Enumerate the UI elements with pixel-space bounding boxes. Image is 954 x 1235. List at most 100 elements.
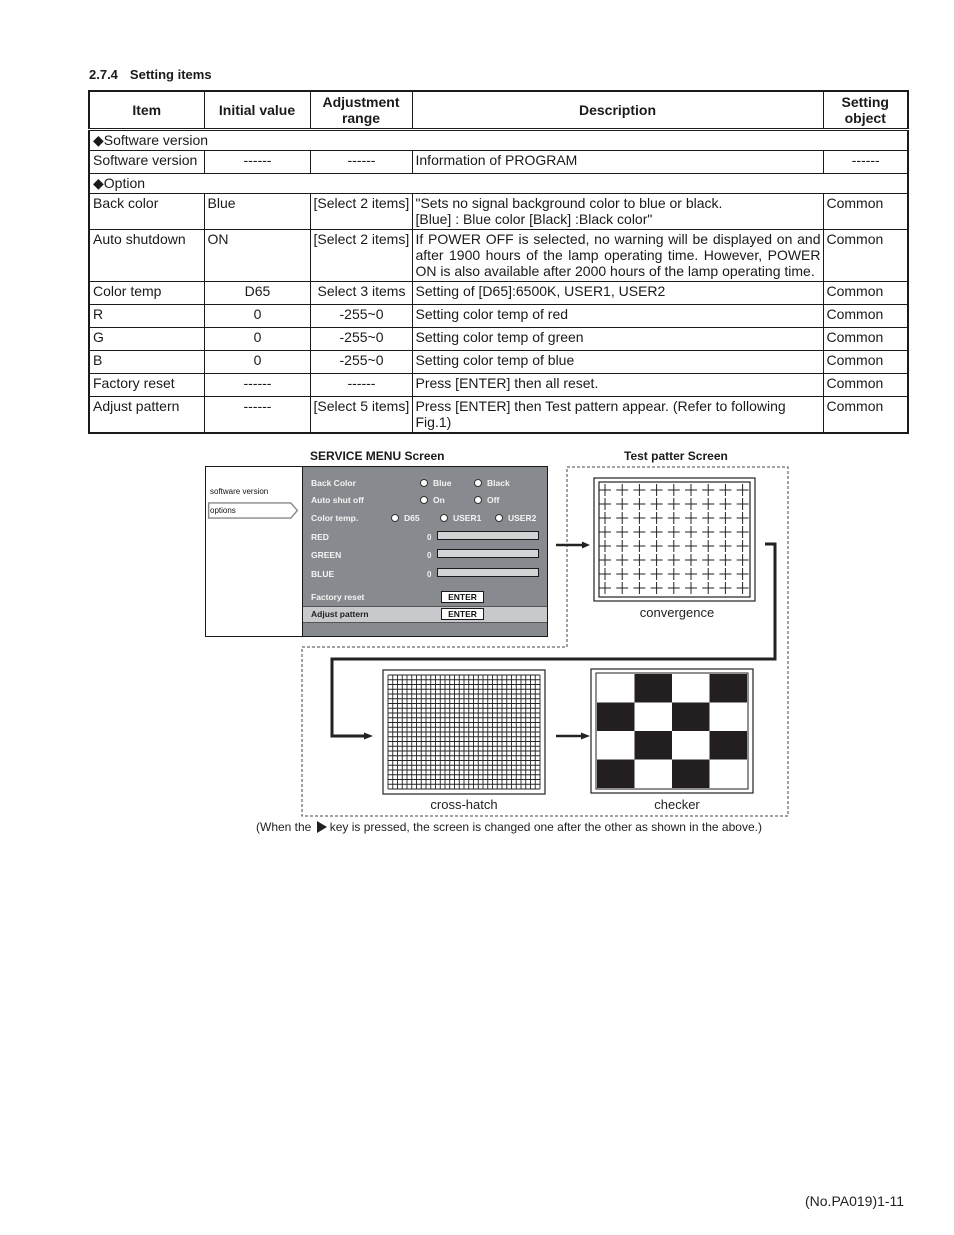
section-number: 2.7.4	[89, 67, 118, 82]
radio-user1[interactable]	[440, 514, 448, 522]
cell-description: Setting color temp of red	[411, 304, 824, 328]
cell-description: Setting of [D65]:6500K, USER1, USER2	[411, 281, 824, 305]
cell-item: Color temp	[88, 281, 205, 305]
cell-description: Information of PROGRAM	[411, 150, 824, 174]
test-pattern-caption: Test patter Screen	[624, 449, 728, 463]
factory-reset-enter-button[interactable]: ENTER	[441, 591, 484, 603]
checker-square	[597, 702, 635, 731]
option-blue: Blue	[433, 478, 452, 488]
blue-label: BLUE	[311, 569, 335, 579]
service-menu-screen: software version options Back Color Blue…	[205, 466, 548, 637]
radio-on[interactable]	[420, 496, 428, 504]
cross-hatch-label: cross-hatch	[430, 797, 498, 812]
cell-item: G	[88, 327, 205, 351]
color-temp-label: Color temp.	[311, 513, 359, 523]
header-range-line2: range	[341, 110, 381, 126]
note-suffix: key is pressed, the screen is changed on…	[329, 820, 762, 834]
checker-label: checker	[654, 797, 700, 812]
arrowhead-icon	[364, 732, 373, 740]
cell-object: Common	[822, 281, 909, 305]
arrowhead-icon	[581, 732, 590, 740]
service-menu-caption: SERVICE MENU Screen	[310, 449, 445, 463]
cell-initial: ------	[203, 396, 311, 434]
option-on: On	[433, 495, 445, 505]
group-label: ◆Software version	[88, 129, 909, 151]
cell-description: "Sets no signal background color to blue…	[411, 193, 824, 230]
cell-object: Common	[822, 327, 909, 351]
cell-object: ------	[822, 150, 909, 174]
header-range-line1: Adjustment	[322, 94, 400, 110]
cell-range: [Select 5 items]	[309, 396, 413, 434]
header-item: Item	[88, 90, 205, 130]
radio-blue[interactable]	[420, 479, 428, 487]
cell-range: -255~0	[309, 350, 413, 374]
green-value: 0	[427, 551, 432, 560]
cell-object: Common	[822, 373, 909, 397]
service-menu-panel: Back Color Blue Black Auto shut off On O…	[302, 467, 547, 636]
radio-off[interactable]	[474, 496, 482, 504]
radio-d65[interactable]	[391, 514, 399, 522]
sidebar-item-options[interactable]: options	[210, 506, 236, 515]
cell-object: Common	[822, 193, 909, 230]
option-d65: D65	[404, 513, 420, 523]
radio-user2[interactable]	[495, 514, 503, 522]
cell-initial: ------	[203, 150, 311, 174]
checker-square	[634, 674, 672, 703]
cell-description: Setting color temp of blue	[411, 350, 824, 374]
cell-item: Factory reset	[88, 373, 205, 397]
cell-item: Back color	[88, 193, 205, 230]
header-description: Description	[411, 90, 824, 130]
cell-range: ------	[309, 373, 413, 397]
checker-square	[634, 731, 672, 760]
cell-range: -255~0	[309, 304, 413, 328]
cell-range: -255~0	[309, 327, 413, 351]
right-key-icon	[316, 821, 327, 833]
cell-object: Common	[822, 350, 909, 374]
radio-black[interactable]	[474, 479, 482, 487]
red-value: 0	[427, 533, 432, 542]
cell-range: [Select 2 items]	[309, 193, 413, 230]
section-title: Setting items	[129, 67, 212, 82]
checker-square	[709, 674, 747, 703]
cell-object: Common	[822, 396, 909, 434]
cell-item: Adjust pattern	[88, 396, 205, 434]
auto-shut-off-label: Auto shut off	[311, 495, 364, 505]
option-off: Off	[487, 495, 500, 505]
group-row-option: ◆Option	[88, 173, 909, 194]
cell-object: Common	[822, 229, 909, 282]
cell-description: Setting color temp of green	[411, 327, 824, 351]
green-label: GREEN	[311, 550, 342, 560]
blue-slider[interactable]	[437, 568, 539, 577]
factory-reset-label: Factory reset	[311, 592, 365, 602]
table-header-row: Item Initial value Adjustment range Descr…	[88, 90, 909, 130]
page-number: (No.PA019)1-11	[805, 1193, 905, 1209]
table-row: R 0 -255~0 Setting color temp of red Com…	[88, 304, 909, 328]
table-row: Adjust pattern ------ [Select 5 items] P…	[88, 396, 909, 434]
back-color-label: Back Color	[311, 478, 356, 488]
cell-range: ------	[309, 150, 413, 174]
cell-description: If POWER OFF is selected, no warning wil…	[411, 229, 824, 282]
checker-square	[709, 731, 747, 760]
cross-hatch-pattern	[382, 669, 546, 795]
sidebar-item-software-version[interactable]: software version	[210, 487, 268, 496]
header-object-line2: object	[844, 110, 886, 126]
table-row: Back color Blue [Select 2 items] "Sets n…	[88, 193, 909, 230]
cell-initial: 0	[203, 327, 311, 351]
checker-square	[672, 759, 710, 788]
checker-square	[597, 759, 635, 788]
cell-description: Press [ENTER] then Test pattern appear. …	[411, 396, 824, 434]
table-row: G 0 -255~0 Setting color temp of green C…	[88, 327, 909, 351]
cell-range: Select 3 items	[309, 281, 413, 305]
header-object-line1: Setting	[841, 94, 889, 110]
red-label: RED	[311, 532, 329, 542]
header-initial-value: Initial value	[203, 90, 311, 130]
cell-initial: 0	[203, 304, 311, 328]
header-adjustment-range: Adjustment range	[309, 90, 413, 130]
figure-note: (When the key is pressed, the screen is …	[256, 820, 762, 834]
checker-pattern	[590, 668, 754, 794]
header-setting-object: Setting object	[822, 90, 909, 130]
red-slider[interactable]	[437, 531, 539, 540]
cell-initial: Blue	[203, 193, 311, 230]
green-slider[interactable]	[437, 549, 539, 558]
adjust-pattern-enter-button[interactable]: ENTER	[441, 608, 484, 620]
